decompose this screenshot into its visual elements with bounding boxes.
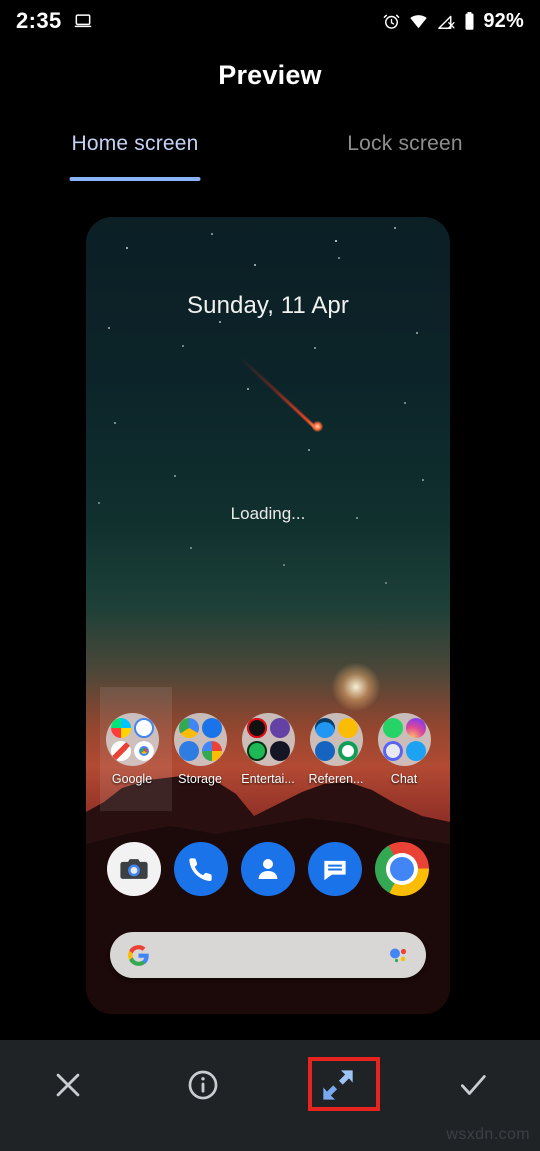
- folder-icon-grid: [377, 713, 431, 766]
- tab-home-screen[interactable]: Home screen: [0, 126, 270, 181]
- instagram-icon: [405, 718, 426, 738]
- resize-button[interactable]: [270, 1040, 405, 1130]
- twitch-icon: [269, 718, 290, 738]
- folder-google[interactable]: Google: [102, 713, 162, 786]
- tab-lock-screen-label: Lock screen: [347, 132, 463, 155]
- folder-reference[interactable]: Referen...: [306, 713, 366, 786]
- meteor-icon: [238, 356, 350, 466]
- folder-icon-grid: [309, 713, 363, 766]
- alarm-icon: [382, 12, 401, 31]
- folder-label: Google: [111, 772, 153, 786]
- preview-date: Sunday, 11 Apr: [187, 292, 349, 319]
- contacts-icon[interactable]: [240, 842, 295, 896]
- google-search-bar[interactable]: [110, 932, 426, 978]
- photos-icon: [201, 741, 222, 761]
- close-button[interactable]: [0, 1040, 135, 1130]
- google-g-icon: [133, 718, 154, 738]
- folder-entertainment[interactable]: Entertai...: [238, 713, 298, 786]
- widget-loading-text: Loading...: [230, 504, 306, 523]
- status-bar-right: 92%: [382, 10, 524, 33]
- messages-icon[interactable]: [308, 842, 363, 896]
- gmail-icon: [110, 741, 131, 761]
- signal-off-icon: [436, 12, 456, 31]
- folder-icon-grid: [241, 713, 295, 766]
- home-screen-preview[interactable]: Sunday, 11 Apr Loading... Google Storage: [86, 217, 450, 1014]
- folder-label: Chat: [390, 772, 418, 786]
- discord-icon: [382, 741, 403, 761]
- folder-row: Google Storage Entertai... Referen... Ch…: [86, 713, 450, 786]
- dropbox-icon: [201, 718, 222, 738]
- google-g-icon: [126, 943, 151, 968]
- twitter-icon: [405, 741, 426, 761]
- chrome-icon: [133, 741, 154, 761]
- folder-icon-grid: [105, 713, 159, 766]
- phone-icon[interactable]: [173, 842, 228, 896]
- whatsapp-icon: [382, 718, 403, 738]
- folder-icon-grid: [173, 713, 227, 766]
- keep-icon: [337, 718, 358, 738]
- battery-percent: 92%: [483, 9, 524, 32]
- youtube-icon: [314, 741, 335, 761]
- folder-label: Entertai...: [241, 772, 295, 786]
- drive-icon: [178, 718, 199, 738]
- resize-icon: [316, 1063, 360, 1107]
- folder-storage[interactable]: Storage: [170, 713, 230, 786]
- assistant-icon[interactable]: [386, 943, 410, 967]
- info-button[interactable]: [135, 1040, 270, 1130]
- status-time: 2:35: [16, 8, 62, 33]
- play-video-icon: [269, 741, 290, 761]
- files-icon: [178, 741, 199, 761]
- tab-bar: Home screen Lock screen: [0, 126, 540, 181]
- laptop-icon: [73, 11, 93, 31]
- folder-label: Referen...: [308, 772, 364, 786]
- dock: [86, 842, 450, 896]
- chrome-icon[interactable]: [375, 842, 430, 896]
- status-bar: 2:35 92%: [0, 0, 540, 42]
- folder-chat[interactable]: Chat: [374, 713, 434, 786]
- tab-lock-screen[interactable]: Lock screen: [270, 126, 540, 181]
- watermark: wsxdn.com: [446, 1126, 530, 1143]
- status-bar-left: 2:35: [16, 8, 93, 34]
- camera-go-icon[interactable]: [106, 842, 161, 896]
- sheets-icon: [337, 741, 358, 761]
- classroom-icon: [314, 718, 335, 738]
- page-title: Preview: [218, 60, 322, 90]
- netflix-icon: [246, 718, 267, 738]
- tab-active-indicator: [69, 177, 201, 181]
- tab-home-screen-label: Home screen: [71, 132, 199, 155]
- battery-icon: [463, 11, 476, 31]
- check-icon: [456, 1068, 490, 1102]
- play-store-icon: [110, 718, 131, 738]
- info-icon: [186, 1068, 220, 1102]
- wifi-icon: [408, 12, 429, 31]
- folder-label: Storage: [178, 772, 222, 786]
- spotify-icon: [246, 741, 267, 761]
- close-icon: [51, 1068, 85, 1102]
- confirm-button[interactable]: [405, 1040, 540, 1130]
